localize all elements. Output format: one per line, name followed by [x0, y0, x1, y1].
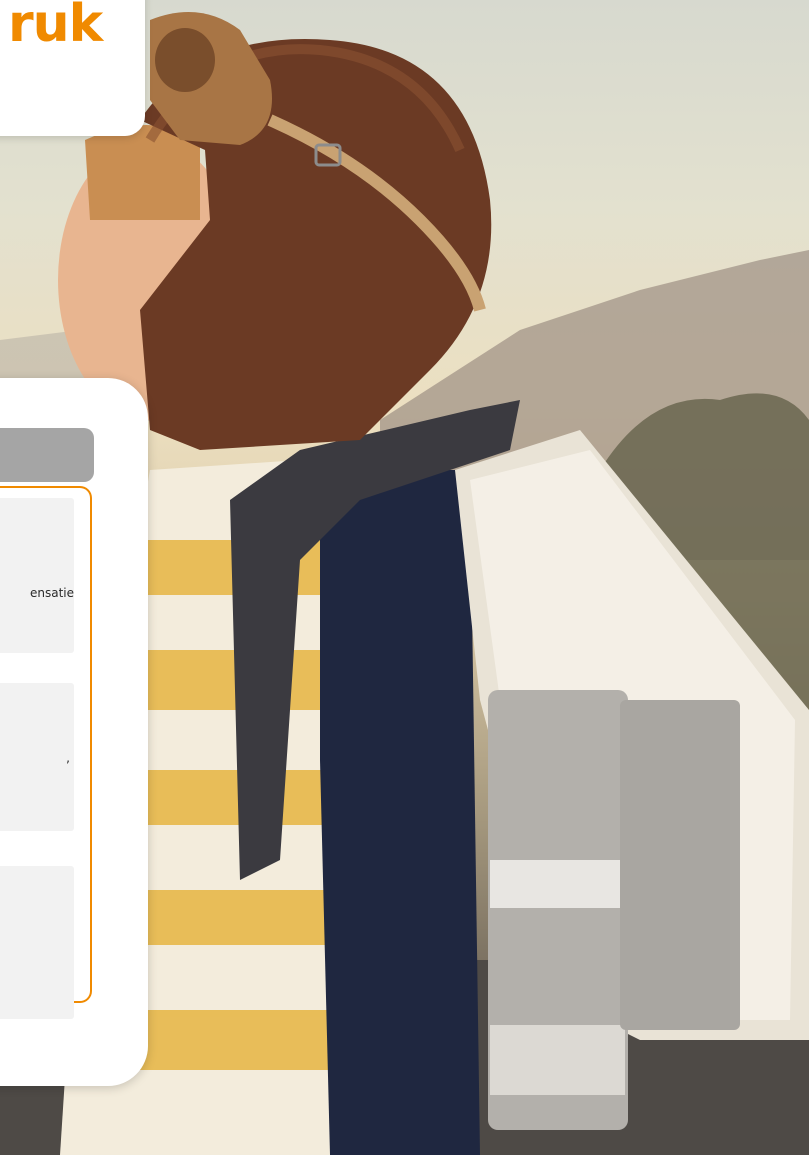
panel-header: [0, 428, 94, 482]
panel-card-2-text: ,: [66, 751, 70, 765]
goggle-lens: [155, 28, 215, 92]
panel-card-3: [0, 866, 74, 1019]
tube-band-2: [490, 1025, 625, 1095]
panel-box: ensatie ,: [0, 486, 92, 1019]
rocket-tube-right: [620, 700, 740, 1030]
title-text: ruk: [8, 0, 103, 54]
navy-sleeve: [320, 470, 480, 1155]
title-card: ruk: [0, 0, 145, 136]
info-panel: ensatie ,: [0, 378, 148, 1086]
panel-card-2: ,: [0, 683, 74, 831]
panel-card-1: ensatie: [0, 498, 74, 653]
tube-band-1: [490, 860, 625, 908]
panel-card-1-text: ensatie: [29, 586, 74, 600]
